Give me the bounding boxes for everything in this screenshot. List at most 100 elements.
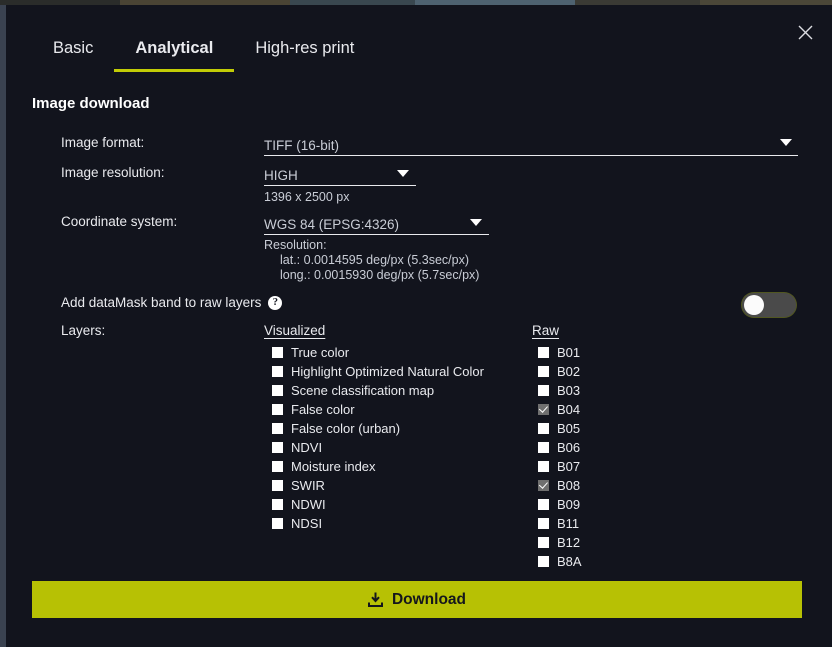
raw-layer-checkbox[interactable] [538, 366, 549, 377]
raw-layer-item[interactable]: B01 [538, 343, 582, 362]
raw-layer-checkbox[interactable] [538, 385, 549, 396]
coordinate-system-value[interactable]: WGS 84 (EPSG:4326) [264, 217, 399, 232]
raw-layer-checkbox[interactable] [538, 461, 549, 472]
image-dimensions-text: 1396 x 2500 px [264, 190, 350, 204]
datamask-label: Add dataMask band to raw layers [61, 295, 262, 310]
download-button-label: Download [391, 590, 467, 608]
visualized-layer-item[interactable]: Scene classification map [272, 381, 484, 400]
visualized-layer-label: SWIR [291, 478, 325, 493]
layers-label: Layers: [61, 323, 106, 338]
image-format-chevron-down-icon[interactable] [780, 139, 792, 146]
raw-layer-label: B04 [557, 402, 581, 417]
visualized-layer-checkbox[interactable] [272, 461, 283, 472]
raw-layer-label: B8A [557, 554, 582, 569]
image-format-label: Image format: [61, 135, 145, 150]
visualized-layer-checkbox[interactable] [272, 366, 283, 377]
coordinate-system-label: Coordinate system: [61, 214, 178, 229]
raw-column-header: Raw [532, 323, 560, 338]
visualized-layer-item[interactable]: False color (urban) [272, 419, 484, 438]
image-format-value[interactable]: TIFF (16-bit) [264, 138, 339, 153]
visualized-layer-label: NDVI [291, 440, 323, 455]
raw-layer-item[interactable]: B03 [538, 381, 582, 400]
raw-layer-item[interactable]: B02 [538, 362, 582, 381]
visualized-layer-checkbox[interactable] [272, 442, 283, 453]
resolution-long: long.: 0.0015930 deg/px (5.7sec/px) [280, 268, 480, 282]
image-resolution-underline [264, 185, 416, 186]
raw-layer-list: B01 B02 B03 B04 B05 B06 B07 B08 B09 B11 B12 B8A [538, 343, 582, 571]
raw-layer-label: B02 [557, 364, 581, 379]
visualized-layer-checkbox[interactable] [272, 404, 283, 415]
raw-layer-label: B05 [557, 421, 581, 436]
raw-layer-checkbox[interactable] [538, 518, 549, 529]
visualized-layer-item[interactable]: Moisture index [272, 457, 484, 476]
visualized-layer-list: True color Highlight Optimized Natural Co… [272, 343, 484, 533]
raw-layer-label: B03 [557, 383, 581, 398]
tab-basic[interactable]: Basic [32, 39, 114, 72]
visualized-layer-item[interactable]: SWIR [272, 476, 484, 495]
raw-layer-checkbox[interactable] [538, 537, 549, 548]
raw-layer-item[interactable]: B12 [538, 533, 582, 552]
image-download-modal: Basic Analytical High-res print Image do… [6, 5, 832, 647]
image-resolution-chevron-down-icon[interactable] [397, 170, 409, 177]
visualized-layer-checkbox[interactable] [272, 347, 283, 358]
raw-layer-checkbox[interactable] [538, 442, 549, 453]
coordinate-system-underline [264, 234, 489, 235]
help-icon[interactable]: ? [268, 295, 283, 310]
visualized-layer-item[interactable]: Highlight Optimized Natural Color [272, 362, 484, 381]
raw-layer-checkbox[interactable] [538, 347, 549, 358]
raw-layer-checkbox[interactable] [538, 556, 549, 567]
raw-layer-label: B11 [557, 516, 580, 531]
visualized-layer-label: Highlight Optimized Natural Color [291, 364, 484, 379]
raw-layer-checkbox[interactable] [538, 499, 549, 510]
raw-layer-item[interactable]: B04 [538, 400, 582, 419]
resolution-title: Resolution: [264, 238, 327, 252]
visualized-layer-item[interactable]: False color [272, 400, 484, 419]
download-icon [367, 592, 383, 607]
raw-layer-item[interactable]: B05 [538, 419, 582, 438]
visualized-layer-label: False color (urban) [291, 421, 401, 436]
visualized-layer-item[interactable]: NDWI [272, 495, 484, 514]
raw-layer-label: B06 [557, 440, 581, 455]
raw-layer-label: B12 [557, 535, 581, 550]
raw-layer-label: B09 [557, 497, 581, 512]
visualized-layer-label: True color [291, 345, 350, 360]
image-resolution-label: Image resolution: [61, 165, 165, 180]
download-button[interactable]: Download [32, 581, 802, 618]
raw-layer-label: B01 [557, 345, 581, 360]
image-format-underline [264, 155, 798, 156]
raw-layer-item[interactable]: B08 [538, 476, 582, 495]
raw-layer-item[interactable]: B11 [538, 514, 582, 533]
close-icon[interactable] [790, 17, 820, 47]
raw-layer-checkbox[interactable] [538, 423, 549, 434]
raw-layer-item[interactable]: B06 [538, 438, 582, 457]
page-title: Image download [32, 95, 150, 112]
visualized-layer-checkbox[interactable] [272, 385, 283, 396]
resolution-lat: lat.: 0.0014595 deg/px (5.3sec/px) [280, 253, 470, 267]
tab-high-res-print[interactable]: High-res print [234, 39, 375, 72]
tab-analytical[interactable]: Analytical [114, 39, 235, 72]
raw-layer-item[interactable]: B09 [538, 495, 582, 514]
visualized-layer-label: Scene classification map [291, 383, 435, 398]
visualized-layer-checkbox[interactable] [272, 499, 283, 510]
raw-layer-checkbox[interactable] [538, 404, 549, 415]
raw-layer-item[interactable]: B07 [538, 457, 582, 476]
coordinate-system-chevron-down-icon[interactable] [470, 219, 482, 226]
datamask-toggle[interactable] [742, 293, 796, 317]
visualized-layer-checkbox[interactable] [272, 480, 283, 491]
raw-layer-label: B07 [557, 459, 581, 474]
visualized-layer-item[interactable]: True color [272, 343, 484, 362]
visualized-layer-checkbox[interactable] [272, 518, 283, 529]
visualized-layer-label: Moisture index [291, 459, 376, 474]
visualized-layer-label: NDWI [291, 497, 326, 512]
image-resolution-value[interactable]: HIGH [264, 168, 298, 183]
visualized-layer-label: NDSI [291, 516, 323, 531]
visualized-layer-item[interactable]: NDVI [272, 438, 484, 457]
raw-layer-label: B08 [557, 478, 581, 493]
visualized-column-header: Visualized [264, 323, 326, 338]
tab-bar: Basic Analytical High-res print [32, 39, 375, 72]
visualized-layer-checkbox[interactable] [272, 423, 283, 434]
datamask-label-group: Add dataMask band to raw layers ? [61, 295, 283, 310]
raw-layer-item[interactable]: B8A [538, 552, 582, 571]
visualized-layer-item[interactable]: NDSI [272, 514, 484, 533]
raw-layer-checkbox[interactable] [538, 480, 549, 491]
